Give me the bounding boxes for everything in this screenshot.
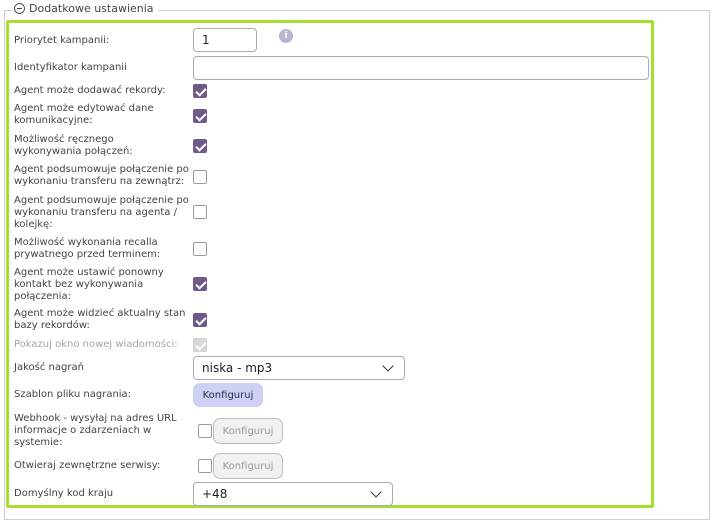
file-template-label: Szablon pliku nagrania: [14, 389, 132, 400]
row-transfer-agent: Agent podsumowuje połączenie po wykonani… [14, 195, 189, 231]
row-callback: Agent może ustawić ponowny kontakt bez w… [14, 267, 179, 303]
external-services-configure-button[interactable]: Konfiguruj [213, 453, 283, 479]
transfer-external-checkbox[interactable] [193, 170, 207, 184]
manual-calls-label: Możliwość ręcznego wykonywania połączeń: [14, 134, 133, 157]
row-recall: Możliwość wykonania recalla prywatnego p… [14, 237, 179, 261]
fieldset-border [709, 10, 710, 520]
row-db-status: Agent może widzieć aktualny stan bazy re… [14, 308, 189, 332]
transfer-external-label: Agent podsumowuje połączenie po wykonani… [14, 164, 189, 187]
priority-label: Priorytet kampanii: [14, 35, 110, 46]
country-code-value: +48 [202, 487, 228, 501]
row-transfer-external: Agent podsumowuje połączenie po wykonani… [14, 164, 189, 188]
recording-quality-value: niska - mp3 [202, 361, 273, 375]
callback-checkbox[interactable] [193, 277, 207, 291]
chevron-down-icon [370, 486, 382, 498]
external-services-label: Otwieraj zewnętrzne serwisy: [14, 460, 161, 471]
row-webhook: Webhook - wysyłaj na adres URL informacj… [14, 413, 184, 449]
edit-contact-label: Agent może edytować dane komunikacyjne: [14, 103, 154, 126]
recall-checkbox[interactable] [193, 242, 207, 256]
chevron-down-icon [382, 360, 394, 372]
edit-contact-checkbox[interactable] [193, 109, 207, 123]
recording-quality-label: Jakość nagrań [14, 362, 84, 373]
db-status-checkbox[interactable] [193, 313, 207, 327]
row-manual-calls: Możliwość ręcznego wykonywania połączeń: [14, 134, 179, 158]
info-icon[interactable]: i [279, 29, 293, 43]
file-template-configure-button[interactable]: Konfiguruj [193, 383, 263, 407]
priority-input[interactable]: 1 [193, 28, 257, 52]
callback-label: Agent może ustawić ponowny kontakt bez w… [14, 267, 164, 302]
transfer-agent-checkbox[interactable] [193, 205, 207, 219]
row-campaign-id: Identyfikator kampanii [14, 62, 189, 74]
country-code-label: Domyślny kod kraju [14, 488, 114, 499]
row-country-code: Domyślny kod kraju [14, 488, 189, 500]
row-edit-contact: Agent może edytować dane komunikacyjne: [14, 103, 184, 127]
manual-calls-checkbox[interactable] [193, 139, 207, 153]
row-file-template: Szablon pliku nagrania: [14, 389, 189, 401]
recall-label: Możliwość wykonania recalla prywatnego p… [14, 237, 161, 260]
row-new-message: Pokazuj okno nowej wiadomości: [14, 339, 189, 351]
external-services-checkbox[interactable] [198, 459, 212, 473]
campaign-id-input[interactable] [193, 56, 649, 80]
add-records-label: Agent może dodawać rekordy: [14, 85, 166, 96]
fieldset-border [4, 10, 5, 520]
recording-quality-select[interactable]: niska - mp3 [193, 356, 405, 380]
transfer-agent-label: Agent podsumowuje połączenie po wykonani… [14, 195, 189, 230]
row-add-records: Agent może dodawać rekordy: [14, 85, 189, 97]
country-code-select[interactable]: +48 [193, 482, 393, 506]
fieldset-border [4, 519, 710, 520]
legend-title: Dodatkowe ustawienia [29, 2, 154, 15]
add-records-checkbox[interactable] [193, 84, 207, 98]
row-external-services: Otwieraj zewnętrzne serwisy: [14, 460, 189, 472]
row-recording-quality: Jakość nagrań [14, 362, 189, 374]
db-status-label: Agent może widzieć aktualny stan bazy re… [14, 308, 186, 331]
webhook-configure-button[interactable]: Konfiguruj [213, 418, 283, 444]
webhook-checkbox[interactable] [198, 424, 212, 438]
collapse-minus-icon[interactable] [14, 3, 25, 14]
new-message-label: Pokazuj okno nowej wiadomości: [14, 339, 178, 350]
new-message-checkbox [193, 338, 207, 352]
fieldset-legend[interactable]: Dodatkowe ustawienia [12, 2, 158, 15]
webhook-label: Webhook - wysyłaj na adres URL informacj… [14, 413, 177, 448]
campaign-id-label: Identyfikator kampanii [14, 62, 127, 73]
row-priority: Priorytet kampanii: [14, 35, 189, 47]
